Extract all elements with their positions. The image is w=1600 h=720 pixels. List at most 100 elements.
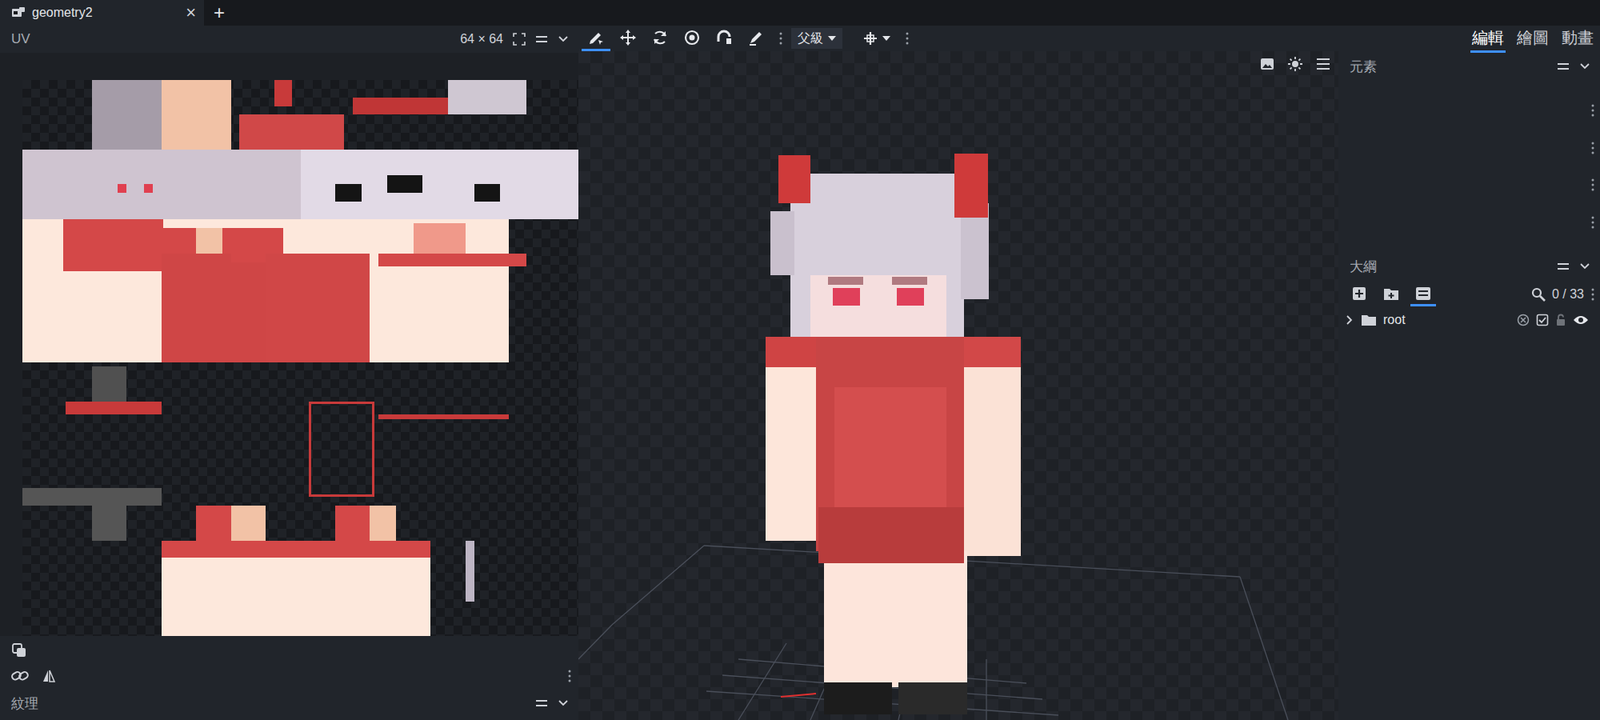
- chevron-down-icon[interactable]: [557, 699, 569, 708]
- dropdown-caret-icon: [882, 36, 891, 41]
- model-hair-left: [770, 211, 795, 276]
- more-icon[interactable]: [1590, 141, 1596, 155]
- model-eye-left: [832, 288, 860, 306]
- chevron-down-icon[interactable]: [557, 35, 569, 44]
- viewport-controls: [1260, 56, 1331, 72]
- model-brow-right: [892, 276, 928, 285]
- texture-region: [465, 540, 475, 602]
- model-brow-left: [828, 276, 864, 285]
- texture-region: [274, 80, 292, 107]
- texture-region: [161, 253, 266, 363]
- model-arm-right: [964, 336, 1021, 556]
- toolbar-more-icon[interactable]: [904, 32, 910, 45]
- pivot-icon: [683, 28, 701, 47]
- texture-region: [231, 505, 266, 540]
- fullscreen-icon[interactable]: [512, 32, 526, 46]
- model-shoulder-left: [765, 336, 822, 368]
- element-count: 0 / 33: [1552, 287, 1584, 302]
- texture-region: [196, 505, 231, 540]
- export-checkbox-icon[interactable]: [1536, 313, 1549, 327]
- texture-header: 紋理: [0, 689, 579, 717]
- tool-button[interactable]: [581, 25, 611, 52]
- texture-region: [161, 80, 232, 150]
- menu-icon[interactable]: [1556, 61, 1570, 72]
- dropdown-caret-icon: [828, 36, 836, 41]
- character-model[interactable]: [578, 51, 1339, 720]
- snap-dropdown[interactable]: [856, 31, 897, 46]
- chevron-down-icon[interactable]: [1579, 262, 1591, 271]
- more-icon[interactable]: [1590, 104, 1596, 117]
- menu-icon[interactable]: [535, 698, 548, 708]
- add-folder-icon: [1383, 286, 1400, 301]
- copy-icon[interactable]: [11, 642, 28, 659]
- sun-icon[interactable]: [1287, 56, 1304, 72]
- add-cube-icon: [1352, 286, 1367, 301]
- uv-editor[interactable]: [0, 52, 579, 636]
- search-icon[interactable]: [1531, 287, 1546, 302]
- more-icon[interactable]: [1590, 288, 1596, 301]
- expand-arrow-icon[interactable]: [1344, 314, 1355, 326]
- uv-header: UV 64 × 64: [0, 25, 579, 53]
- link-icon[interactable]: [11, 668, 29, 684]
- transform-space-dropdown[interactable]: 父級: [791, 28, 843, 49]
- menu-icon[interactable]: [535, 34, 548, 44]
- more-icon[interactable]: [567, 669, 572, 683]
- document-tab[interactable]: geometry2×: [0, 0, 204, 26]
- tool-button[interactable]: [613, 25, 643, 52]
- model-eye-right: [896, 288, 924, 306]
- menu-icon[interactable]: [1556, 261, 1570, 272]
- mode-tab[interactable]: 編輯: [1470, 25, 1506, 53]
- cancel-icon[interactable]: [1516, 313, 1530, 327]
- chevron-down-icon[interactable]: [1579, 62, 1591, 71]
- toolbar: 父級: [578, 25, 1339, 52]
- model-shoe-right: [898, 682, 968, 715]
- texture-region: [196, 228, 223, 255]
- image-icon[interactable]: [1260, 56, 1275, 72]
- uv-size[interactable]: 64 × 64: [460, 32, 504, 47]
- outliner-item-name: root: [1383, 312, 1406, 328]
- texture-region: [65, 401, 161, 415]
- mode-tab[interactable]: 動畫: [1560, 25, 1596, 53]
- uv-tools: [0, 636, 579, 690]
- texture-region: [335, 505, 370, 540]
- model-file-icon: [11, 6, 26, 20]
- tool-button[interactable]: [645, 25, 675, 52]
- lock-icon[interactable]: [1555, 313, 1567, 327]
- outliner-item[interactable]: root: [1338, 308, 1600, 332]
- texture-region: [265, 253, 370, 363]
- texture-region: [308, 401, 374, 497]
- blockbench-window: geometry2×+ UV 64 × 64 紋理 父級 編輯繪圖動畫元素大綱 0 / 33…: [0, 0, 1600, 720]
- uv-title: UV: [11, 31, 31, 48]
- tool-button[interactable]: [741, 25, 771, 52]
- model-legs: [824, 551, 968, 688]
- texture-region: [161, 557, 432, 636]
- outliner-header: 大綱: [1338, 252, 1600, 280]
- outliner-tool-button[interactable]: [1346, 282, 1372, 307]
- toolbar-more-icon[interactable]: [778, 32, 784, 45]
- uv-texture[interactable]: [22, 80, 579, 636]
- outliner-tool-button[interactable]: [1410, 282, 1436, 307]
- 3d-viewport[interactable]: [578, 51, 1339, 720]
- add-tab-button[interactable]: +: [204, 0, 235, 26]
- close-tab-button[interactable]: ×: [185, 4, 196, 22]
- mode-tab[interactable]: 繪圖: [1515, 25, 1551, 53]
- hamburger-icon[interactable]: [1316, 57, 1331, 71]
- model-skirt: [818, 507, 964, 564]
- element-title: 元素: [1349, 57, 1377, 76]
- more-icon[interactable]: [1590, 216, 1596, 229]
- texture-region: [239, 114, 344, 149]
- more-icon[interactable]: [1590, 178, 1596, 192]
- viewport-area: 父級: [578, 25, 1339, 720]
- model-ribbon-left: [778, 155, 811, 204]
- crosshair-icon: [863, 31, 878, 46]
- model-shoulder-right: [964, 336, 1021, 368]
- mirror-icon[interactable]: [41, 668, 56, 684]
- tool-button[interactable]: [709, 25, 739, 52]
- texture-region: [335, 184, 362, 202]
- folder-icon: [1360, 313, 1377, 327]
- outliner-tool-button[interactable]: [1378, 282, 1404, 307]
- tool-button[interactable]: [677, 25, 707, 52]
- rotate-icon: [651, 28, 669, 47]
- dropdown-label: 父級: [797, 30, 824, 48]
- eye-icon[interactable]: [1572, 314, 1589, 326]
